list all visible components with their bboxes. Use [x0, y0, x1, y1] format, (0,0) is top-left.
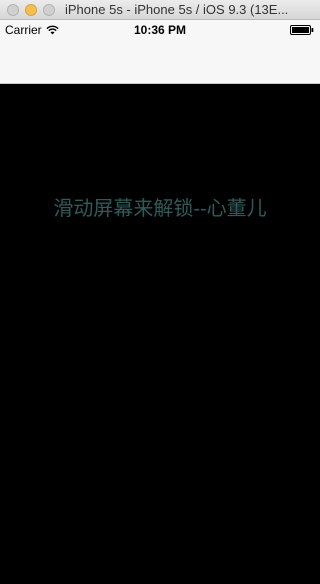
window-title: iPhone 5s - iPhone 5s / iOS 9.3 (13E...: [65, 2, 289, 17]
close-window-button[interactable]: [7, 3, 19, 16]
slide-to-unlock-text: 滑动屏幕来解锁--心董儿: [53, 198, 267, 220]
battery-icon: [290, 25, 314, 35]
window-controls: [7, 3, 55, 16]
zoom-window-button[interactable]: [43, 3, 55, 16]
simulator-titlebar: iPhone 5s - iPhone 5s / iOS 9.3 (13E...: [0, 0, 320, 20]
lock-screen-content[interactable]: 滑动屏幕来解锁--心董儿: [0, 84, 320, 584]
minimize-window-button[interactable]: [25, 3, 37, 16]
status-time: 10:36 PM: [133, 23, 187, 37]
ios-status-bar: Carrier 10:36 PM: [0, 20, 320, 40]
navigation-bar: [0, 40, 320, 84]
